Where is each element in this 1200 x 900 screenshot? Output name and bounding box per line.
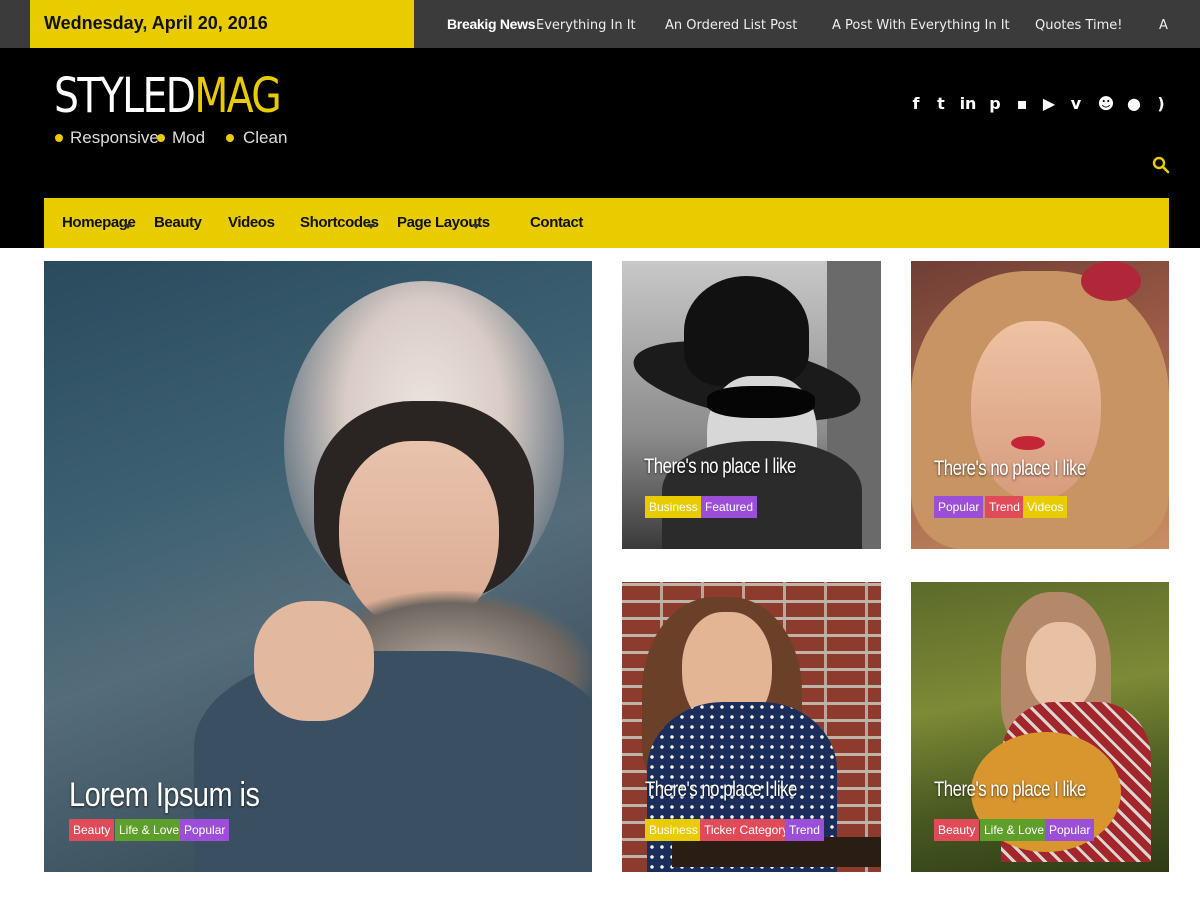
tag-badge[interactable]: Business	[645, 819, 702, 841]
chevron-down-icon	[367, 224, 375, 229]
ticker-item[interactable]: Everything In It	[536, 18, 636, 33]
post-card[interactable]: There's no place I like Business Feature…	[622, 261, 881, 549]
hair-bow	[1081, 261, 1141, 301]
tag-badge[interactable]: Business	[645, 496, 702, 518]
linkedin-icon[interactable]: in	[958, 94, 978, 114]
nav-item-videos[interactable]: Videos	[228, 214, 275, 231]
hat-crown	[684, 276, 809, 386]
post-title[interactable]: There's no place I like	[645, 778, 797, 802]
logo-text-mag: MAG	[194, 68, 281, 124]
featured-post-card[interactable]: Lorem Ipsum is Beauty Life & Love Popula…	[44, 261, 592, 872]
flickr-icon[interactable]: ▪	[1012, 94, 1032, 114]
post-title[interactable]: There's no place I like	[644, 455, 796, 479]
chevron-down-icon	[124, 224, 132, 229]
guitar-neck	[672, 837, 881, 867]
youtube-icon[interactable]: ▶	[1039, 94, 1059, 114]
site-logo[interactable]: STYLEDMAG	[54, 68, 282, 124]
logo-text-styled: STYLED	[54, 68, 196, 124]
tag-badge[interactable]: Popular	[1045, 819, 1095, 841]
face-shape	[1026, 622, 1096, 712]
news-ticker: Everything In It An Ordered List Post A …	[536, 0, 1200, 48]
tag-badge[interactable]: Popular	[180, 819, 230, 841]
post-card[interactable]: There's no place I like Popular Trend Vi…	[911, 261, 1169, 549]
tag-badge[interactable]: Popular	[934, 496, 984, 518]
twitter-icon[interactable]: t	[931, 94, 951, 114]
hand-shape	[254, 601, 374, 721]
rss-icon[interactable]: )	[1151, 94, 1171, 114]
ticker-item[interactable]: Quotes Time!	[1035, 18, 1122, 33]
tagline-bullet	[226, 134, 234, 142]
chevron-down-icon	[472, 224, 480, 229]
post-title[interactable]: There's no place I like	[934, 457, 1086, 481]
main-nav: Homepage Beauty Videos Shortcodes Page L…	[44, 198, 1169, 248]
tag-badge[interactable]: Life & Love	[115, 819, 184, 841]
reddit-icon[interactable]: ☻	[1096, 94, 1116, 114]
breaking-news-label: Breakig News	[447, 16, 536, 32]
tag-badge[interactable]: Trend	[785, 819, 824, 841]
post-title[interactable]: There's no place I like	[934, 778, 1086, 802]
post-title[interactable]: Lorem Ipsum is	[69, 776, 260, 815]
facebook-icon[interactable]: f	[906, 94, 926, 114]
post-card[interactable]: There's no place I like Business Ticker …	[622, 582, 881, 872]
ticker-item[interactable]: A Post With Everything In It	[832, 18, 1010, 33]
tag-badge[interactable]: Ticker Category	[700, 819, 793, 841]
ticker-item[interactable]: An Ordered List Post	[665, 18, 797, 33]
nav-item-beauty[interactable]: Beauty	[154, 214, 202, 231]
tagline-item: Clean	[243, 128, 288, 147]
vimeo-icon[interactable]: v	[1066, 94, 1086, 114]
pinterest-icon[interactable]: p	[985, 94, 1005, 114]
tagline-item: Responsive	[70, 128, 159, 147]
github-icon[interactable]: ●	[1124, 94, 1144, 114]
tagline-item: Mod	[172, 128, 206, 147]
tag-badge[interactable]: Trend	[985, 496, 1024, 518]
tag-badge[interactable]: Beauty	[934, 819, 980, 841]
tagline-bullet	[55, 134, 63, 142]
top-bar: Wednesday, April 20, 2016 Breakig News E…	[0, 0, 1200, 48]
current-date: Wednesday, April 20, 2016	[44, 13, 268, 33]
ticker-item[interactable]: A	[1159, 18, 1168, 33]
tag-badge[interactable]: Life & Love	[980, 819, 1049, 841]
tag-badge[interactable]: Beauty	[69, 819, 115, 841]
tag-badge[interactable]: Videos	[1023, 496, 1068, 518]
sunglasses-shape	[707, 386, 815, 418]
tagline-bullet	[157, 134, 165, 142]
date-box: Wednesday, April 20, 2016	[30, 0, 414, 48]
nav-item-contact[interactable]: Contact	[530, 214, 583, 231]
search-icon[interactable]	[1152, 156, 1170, 174]
jacket-shape	[194, 651, 592, 872]
post-card[interactable]: There's no place I like Beauty Life & Lo…	[911, 582, 1169, 872]
lips-shape	[1011, 436, 1045, 450]
tag-badge[interactable]: Featured	[701, 496, 758, 518]
